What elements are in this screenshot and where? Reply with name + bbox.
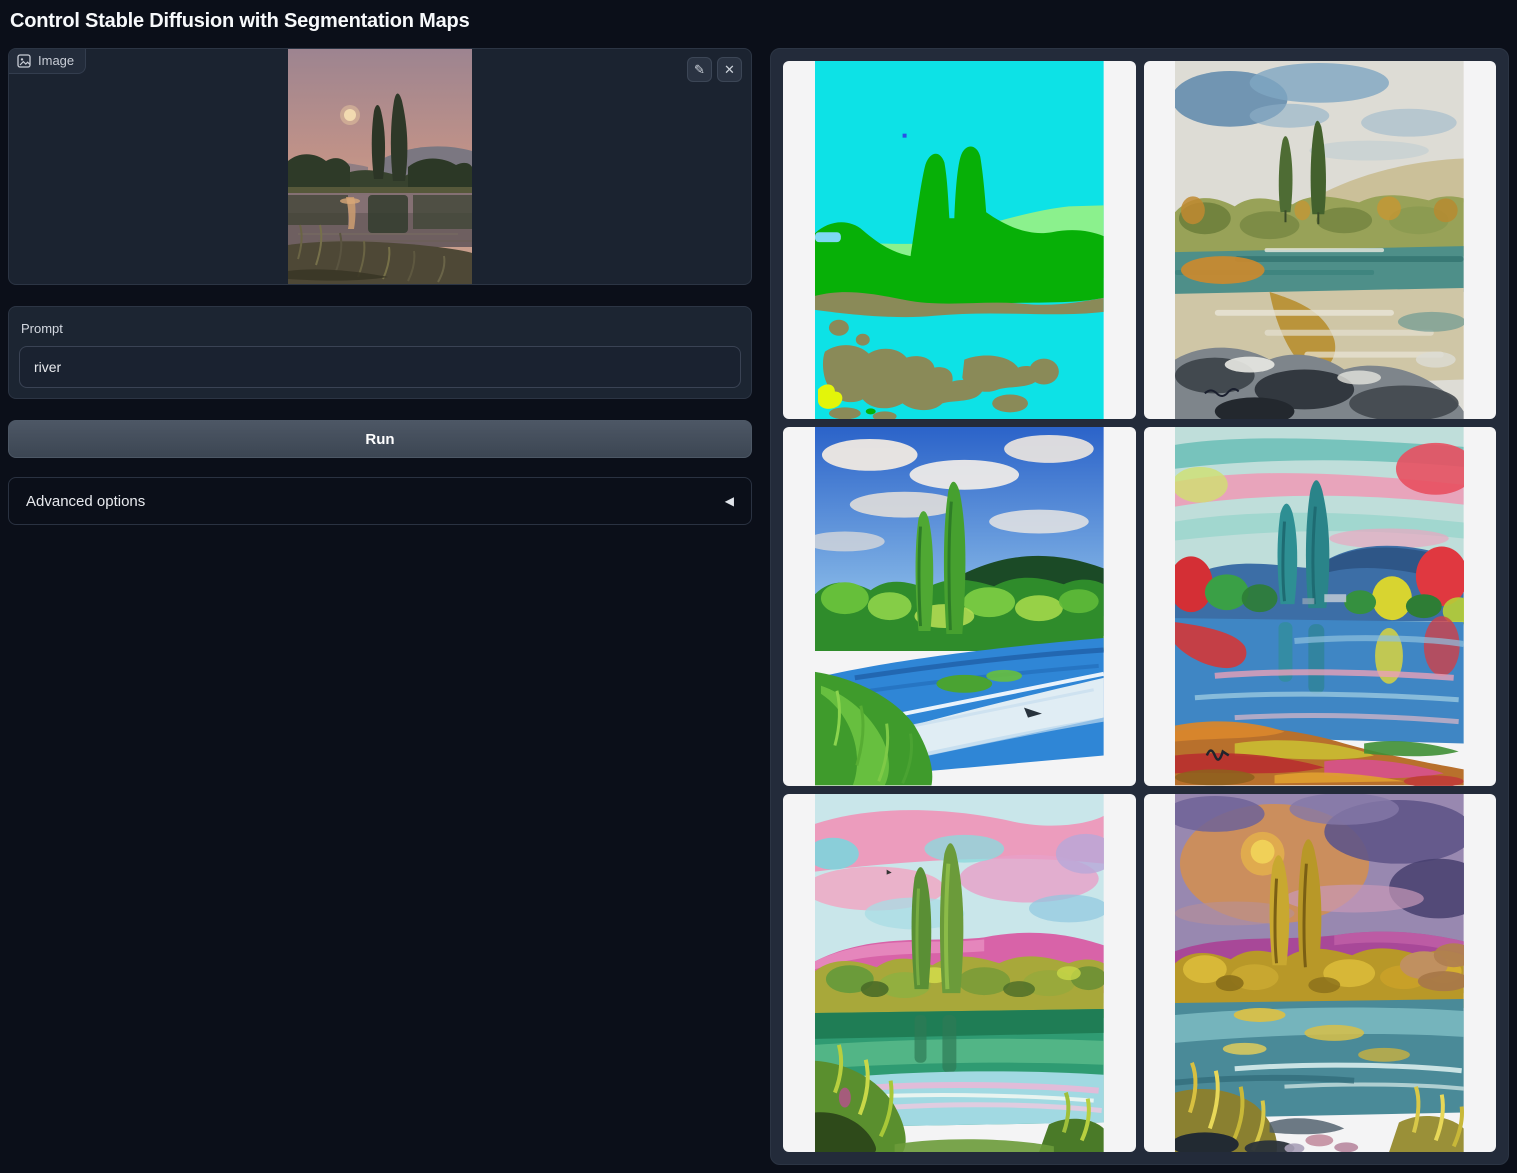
image-stage <box>9 50 751 284</box>
gallery-item[interactable] <box>1144 794 1497 1152</box>
gallery-item[interactable] <box>1144 427 1497 785</box>
image-label-text: Image <box>38 53 74 68</box>
gallery-item[interactable] <box>783 61 1136 419</box>
image-toolbar: ✎ ✕ <box>687 57 742 82</box>
advanced-options-label: Advanced options <box>26 493 145 510</box>
gallery-image-3 <box>815 427 1104 785</box>
page-title: Control Stable Diffusion with Segmentati… <box>10 10 1507 33</box>
clear-image-button[interactable]: ✕ <box>717 57 742 82</box>
image-icon <box>17 54 31 68</box>
x-icon: ✕ <box>724 63 735 76</box>
run-button[interactable]: Run <box>8 420 752 458</box>
gallery-item[interactable] <box>1144 61 1497 419</box>
output-gallery <box>770 48 1509 1165</box>
uploaded-image <box>288 49 472 284</box>
image-label: Image <box>9 49 86 74</box>
prompt-input[interactable] <box>19 346 741 388</box>
image-input-block[interactable]: Image ✎ ✕ <box>8 48 752 285</box>
app-root: Control Stable Diffusion with Segmentati… <box>0 0 1517 1173</box>
main-columns: Image ✎ ✕ <box>8 48 1509 1165</box>
gallery-image-2 <box>1175 61 1464 419</box>
pencil-icon: ✎ <box>694 63 705 76</box>
gallery-image-5 <box>815 794 1104 1152</box>
left-column: Image ✎ ✕ <box>8 48 752 525</box>
gallery-image-1 <box>815 61 1104 419</box>
gallery-item[interactable] <box>783 427 1136 785</box>
prompt-label: Prompt <box>21 321 739 336</box>
gallery-image-6 <box>1175 794 1464 1152</box>
chevron-left-icon: ◀ <box>725 494 734 508</box>
gallery-image-4 <box>1175 427 1464 785</box>
prompt-block: Prompt <box>8 306 752 399</box>
edit-image-button[interactable]: ✎ <box>687 57 712 82</box>
gallery-item[interactable] <box>783 794 1136 1152</box>
advanced-options-accordion[interactable]: Advanced options ◀ <box>8 477 752 525</box>
